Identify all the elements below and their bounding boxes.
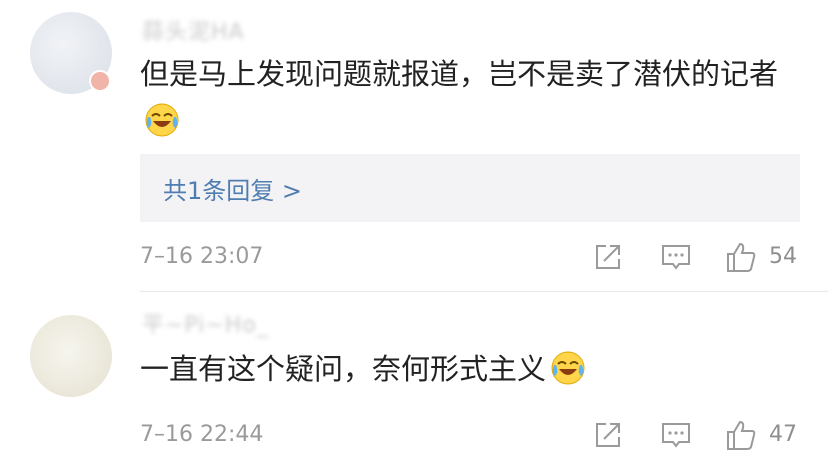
like-count: 47 [769, 422, 797, 447]
verified-badge-icon [89, 70, 111, 92]
share-icon[interactable] [591, 418, 625, 452]
like-icon[interactable] [724, 240, 758, 274]
comment-item: 蒜头泥HA 但是马上发现问题就报道，岂不是卖了潜伏的记者 共1条回复 > 7–1… [0, 0, 828, 292]
like-count: 54 [769, 244, 797, 269]
comment-text-body: 但是马上发现问题就报道，岂不是卖了潜伏的记者 [140, 57, 779, 91]
timestamp: 7–16 22:44 [140, 422, 264, 447]
comment-text: 一直有这个疑问，奈何形式主义 [140, 346, 800, 393]
view-replies-link[interactable]: 共1条回复 > [163, 171, 302, 206]
share-icon[interactable] [591, 240, 625, 274]
timestamp: 7–16 23:07 [140, 244, 264, 269]
username[interactable]: 平~Pi~Ho_ [142, 307, 269, 339]
comment-icon[interactable] [659, 240, 693, 274]
reply-summary[interactable]: 共1条回复 > [140, 154, 800, 222]
comment-footer: 7–16 23:07 54 [0, 238, 828, 278]
username[interactable]: 蒜头泥HA [142, 14, 245, 46]
comment-item: 平~Pi~Ho_ 一直有这个疑问，奈何形式主义 7–16 22:44 47 [0, 293, 828, 469]
comment-footer: 7–16 22:44 47 [0, 416, 828, 456]
comment-text-body: 一直有这个疑问，奈何形式主义 [140, 352, 547, 386]
comment-icon[interactable] [659, 418, 693, 452]
laughing-tears-emoji-icon [551, 351, 585, 385]
comment-divider [140, 291, 828, 292]
avatar[interactable] [30, 315, 112, 397]
like-icon[interactable] [724, 418, 758, 452]
comment-text: 但是马上发现问题就报道，岂不是卖了潜伏的记者 [140, 51, 800, 145]
laughing-tears-emoji-icon [145, 103, 179, 137]
